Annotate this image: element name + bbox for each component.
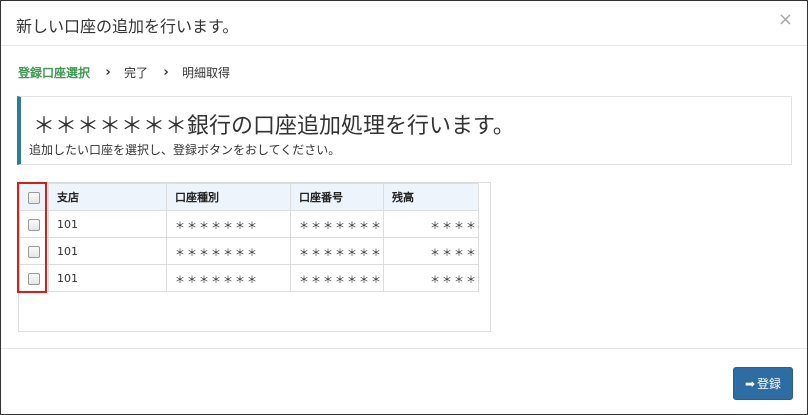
register-button-label: 登録	[757, 377, 782, 391]
step-fetch-details: 明細取得	[182, 65, 231, 80]
header-branch: 支店	[48, 183, 167, 211]
table-row[interactable]: 101 ＊＊＊＊＊＊＊ ＊＊＊＊＊＊＊ ＊＊＊＊	[19, 237, 479, 265]
cell-account-number: ＊＊＊＊＊＊＊	[290, 264, 384, 292]
modal-title: 新しい口座の追加を行います。	[16, 17, 239, 36]
header-balance: 残高	[383, 183, 479, 211]
cell-account-number: ＊＊＊＊＊＊＊	[290, 210, 384, 238]
close-button[interactable]: ×	[778, 11, 793, 29]
cell-account-type: ＊＊＊＊＊＊＊	[166, 264, 291, 292]
table-row[interactable]: 101 ＊＊＊＊＊＊＊ ＊＊＊＊＊＊＊ ＊＊＊＊	[19, 264, 479, 292]
select-all-cell	[19, 183, 49, 211]
cell-balance: ＊＊＊＊	[383, 237, 479, 265]
notice-title: ＊＊＊＊＊＊＊銀行の口座追加処理を行います。	[33, 114, 515, 139]
header-account-type: 口座種別	[166, 183, 291, 211]
chevron-right-icon: ›	[105, 64, 111, 80]
chevron-right-icon: ›	[163, 64, 169, 80]
step-account-select: 登録口座選択	[18, 65, 91, 80]
register-button[interactable]: ➡ 登録	[733, 367, 793, 400]
cell-account-number: ＊＊＊＊＊＊＊	[290, 237, 384, 265]
cell-branch: 101	[48, 237, 167, 265]
stepper: 登録口座選択 › 完了 › 明細取得	[18, 64, 230, 80]
header-account-number: 口座番号	[290, 183, 384, 211]
arrow-right-icon: ➡	[744, 376, 756, 391]
cell-branch: 101	[48, 264, 167, 292]
row-select-cell	[19, 264, 49, 292]
notice-subtitle: 追加したい口座を選択し、登録ボタンをおしてください。	[29, 143, 341, 157]
row-select-cell	[19, 237, 49, 265]
table-header-row: 支店 口座種別 口座番号 残高	[19, 183, 479, 211]
table-row[interactable]: 101 ＊＊＊＊＊＊＊ ＊＊＊＊＊＊＊ ＊＊＊＊	[19, 210, 479, 238]
cell-account-type: ＊＊＊＊＊＊＊	[166, 237, 291, 265]
row-checkbox[interactable]	[28, 245, 40, 258]
row-select-cell	[19, 210, 49, 238]
row-checkbox[interactable]	[28, 218, 40, 231]
select-all-checkbox[interactable]	[28, 191, 40, 204]
step-complete: 完了	[124, 65, 149, 80]
account-table-container[interactable]: 支店 口座種別 口座番号 残高 101 ＊＊＊＊＊＊＊ ＊＊＊＊＊＊＊ ＊＊＊＊…	[18, 182, 491, 332]
modal-footer-divider	[1, 348, 807, 349]
cell-account-type: ＊＊＊＊＊＊＊	[166, 210, 291, 238]
notice-box: ＊＊＊＊＊＊＊銀行の口座追加処理を行います。 追加したい口座を選択し、登録ボタン…	[17, 96, 792, 165]
account-table: 支店 口座種別 口座番号 残高 101 ＊＊＊＊＊＊＊ ＊＊＊＊＊＊＊ ＊＊＊＊…	[19, 183, 479, 292]
cell-balance: ＊＊＊＊	[383, 210, 479, 238]
cell-branch: 101	[48, 210, 167, 238]
cell-balance: ＊＊＊＊	[383, 264, 479, 292]
row-checkbox[interactable]	[28, 272, 40, 285]
modal-header: 新しい口座の追加を行います。 ×	[1, 1, 807, 46]
